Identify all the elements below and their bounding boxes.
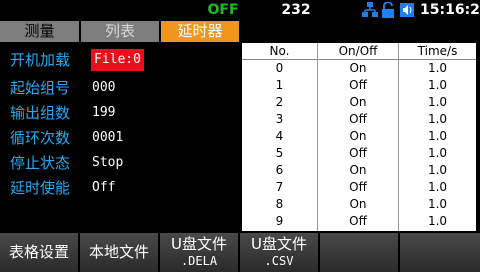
cell-no: 3 [275, 112, 284, 126]
table-row[interactable]: 3 Off 1.0 [242, 111, 476, 128]
status-bar: OFF 232 15:16:22 [0, 0, 480, 20]
tab-delay[interactable]: 延时器 [161, 21, 239, 42]
table-row[interactable]: 9 Off 1.0 [242, 213, 476, 230]
lock-icon [382, 2, 394, 18]
cell-no: 6 [275, 163, 284, 177]
delay-table: No. On/Off Time/s 0 On 1.0 1 Off 1.0 2 O… [242, 43, 476, 231]
table-row[interactable]: 2 On 1.0 [242, 94, 476, 111]
setting-label: 延时使能 [10, 179, 71, 197]
header-on-off: On/Off [338, 44, 378, 58]
table-row[interactable]: 5 Off 1.0 [242, 145, 476, 162]
cell-on-off: Off [349, 180, 367, 194]
cell-on-off: On [349, 95, 367, 109]
table-row[interactable]: 0 On 1.0 [242, 60, 476, 77]
tab-measure[interactable]: 测量 [0, 21, 79, 42]
cell-time: 1.0 [427, 163, 448, 177]
output-status: OFF [207, 2, 239, 18]
cell-no: 1 [275, 78, 284, 92]
setting-label: 起始组号 [10, 79, 71, 97]
usb-dela-button[interactable]: U盘文件 .DELA [160, 233, 238, 272]
cell-on-off: On [349, 61, 367, 75]
cell-no: 0 [275, 61, 284, 75]
setting-output-groups[interactable]: 输出组数 199 [0, 101, 239, 125]
softkey-bar: 表格设置 本地文件 U盘文件 .DELA U盘文件 .CSV [0, 233, 480, 272]
cell-no: 4 [275, 129, 284, 143]
tab-bar: 测量 列表 延时器 [0, 21, 480, 42]
cell-on-off: Off [349, 146, 367, 160]
cell-time: 1.0 [427, 112, 448, 126]
cell-time: 1.0 [427, 214, 448, 228]
setting-label: 停止状态 [10, 154, 71, 172]
cell-no: 9 [275, 214, 284, 228]
header-no: No. [269, 44, 290, 58]
tab-list[interactable]: 列表 [81, 21, 159, 42]
button-sublabel: .CSV [264, 254, 294, 268]
cell-no: 2 [275, 95, 284, 109]
setting-cycle-count[interactable]: 循环次数 0001 [0, 126, 239, 150]
cell-time: 1.0 [427, 180, 448, 194]
button-label: U盘文件 [251, 235, 307, 253]
settings-panel: 开机加载 File:0 起始组号 000 输出组数 199 循环次数 0001 … [0, 42, 239, 232]
cell-on-off: Off [349, 112, 367, 126]
setting-stop-state[interactable]: 停止状态 Stop [0, 151, 239, 175]
setting-value[interactable]: 199 [92, 101, 115, 125]
cell-no: 5 [275, 146, 284, 160]
clock: 15:16:22 [420, 2, 480, 18]
button-label: U盘文件 [171, 235, 227, 253]
setting-value[interactable]: 0001 [92, 126, 123, 150]
cell-on-off: On [349, 129, 367, 143]
button-label: 表格设置 [8, 243, 69, 261]
setting-delay-enable[interactable]: 延时使能 Off [0, 176, 239, 200]
table-row[interactable]: 1 Off 1.0 [242, 77, 476, 94]
setting-value[interactable]: File:0 [91, 49, 144, 71]
table-header: No. On/Off Time/s [242, 43, 476, 60]
setting-label: 开机加载 [10, 51, 71, 69]
cell-on-off: On [349, 197, 367, 211]
cell-no: 8 [275, 197, 284, 211]
cell-time: 1.0 [427, 197, 448, 211]
setting-start-group[interactable]: 起始组号 000 [0, 76, 239, 100]
setting-power-on-load[interactable]: 开机加载 File:0 [0, 48, 239, 72]
usb-csv-button[interactable]: U盘文件 .CSV [240, 233, 318, 272]
cell-no: 7 [275, 180, 284, 194]
table-row[interactable]: 8 On 1.0 [242, 196, 476, 213]
cell-on-off: On [349, 163, 367, 177]
table-row[interactable]: 4 On 1.0 [242, 128, 476, 145]
table-settings-button[interactable]: 表格设置 [0, 233, 78, 272]
cell-time: 1.0 [427, 78, 448, 92]
cell-on-off: Off [349, 214, 367, 228]
network-icon [362, 2, 378, 17]
setting-value[interactable]: Stop [92, 151, 123, 175]
cell-time: 1.0 [427, 146, 448, 160]
softkey-5-button[interactable] [320, 233, 398, 272]
setting-label: 循环次数 [10, 129, 71, 147]
setting-label: 输出组数 [10, 104, 71, 122]
button-sublabel: .DELA [180, 254, 218, 268]
button-label: 本地文件 [88, 243, 149, 261]
setting-value[interactable]: 000 [92, 76, 115, 100]
table-row[interactable]: 6 On 1.0 [242, 162, 476, 179]
setting-value[interactable]: Off [92, 176, 115, 200]
softkey-6-button[interactable] [400, 233, 480, 272]
cell-time: 1.0 [427, 129, 448, 143]
cell-time: 1.0 [427, 95, 448, 109]
cell-on-off: Off [349, 78, 367, 92]
header-time: Time/s [417, 44, 458, 58]
speaker-icon [400, 3, 414, 17]
cell-time: 1.0 [427, 61, 448, 75]
status-number: 232 [281, 2, 311, 18]
local-file-button[interactable]: 本地文件 [80, 233, 158, 272]
table-row[interactable]: 7 Off 1.0 [242, 179, 476, 196]
